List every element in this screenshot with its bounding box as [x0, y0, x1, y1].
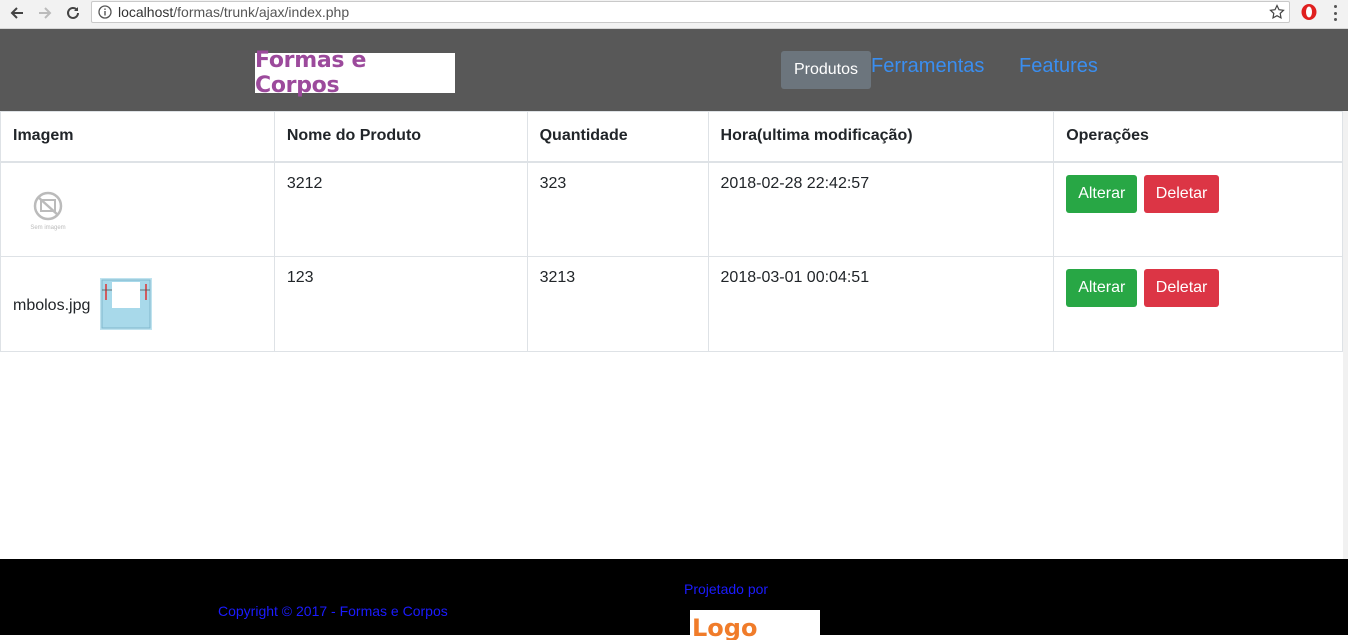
product-thumbnail[interactable]: [100, 278, 153, 330]
time-cell: 2018-02-28 22:42:57: [707, 161, 1055, 257]
bookmark-star-icon[interactable]: [1269, 4, 1285, 20]
browser-toolbar: localhost/formas/trunk/ajax/index.php: [0, 0, 1348, 29]
image-cell: mbolos.jpg: [0, 256, 275, 352]
alterar-button[interactable]: Alterar: [1066, 269, 1138, 307]
operations-cell: Alterar Deletar: [1053, 161, 1343, 257]
quantity-cell: 323: [526, 161, 709, 257]
table-header-row: Imagem Nome do Produto Quantidade Hora(u…: [0, 111, 1343, 163]
header-imagem: Imagem: [0, 111, 275, 163]
no-image-placeholder: Sem imagem: [30, 191, 66, 231]
image-cell: Sem imagem: [0, 161, 275, 257]
info-icon[interactable]: [98, 5, 112, 19]
url-text: localhost/formas/trunk/ajax/index.php: [118, 4, 350, 20]
table-row: mbolos.jpg 123 3213 2018-03-01 00:04:51: [0, 256, 1343, 352]
address-bar[interactable]: localhost/formas/trunk/ajax/index.php: [91, 1, 1290, 23]
copyright-text: Copyright © 2017 - Formas e Corpos: [218, 603, 448, 619]
browser-menu-icon[interactable]: [1333, 5, 1337, 21]
forward-icon[interactable]: [34, 2, 56, 24]
alterar-button[interactable]: Alterar: [1066, 174, 1138, 213]
table-row: Sem imagem 3212 323 2018-02-28 22:42:57 …: [0, 161, 1343, 257]
opera-icon[interactable]: [1300, 3, 1318, 21]
image-filename: mbolos.jpg: [13, 297, 91, 314]
back-icon[interactable]: [6, 2, 28, 24]
site-header: Formas e Corpos Produtos Ferramentas Fea…: [0, 29, 1348, 111]
operations-cell: Alterar Deletar: [1053, 256, 1343, 352]
header-operacoes: Operações: [1053, 111, 1343, 163]
page-scrollbar[interactable]: [1343, 111, 1348, 559]
designer-logo[interactable]: Logo Serra: [690, 610, 820, 640]
reload-icon[interactable]: [62, 2, 84, 24]
header-nome: Nome do Produto: [273, 111, 528, 163]
header-hora: Hora(ultima modificação): [707, 111, 1055, 163]
name-cell: 3212: [273, 161, 528, 257]
header-quantidade: Quantidade: [526, 111, 709, 163]
nav-ferramentas[interactable]: Ferramentas: [871, 55, 984, 78]
deletar-button[interactable]: Deletar: [1143, 174, 1220, 213]
nav-features[interactable]: Features: [1019, 55, 1098, 78]
nav-produtos[interactable]: Produtos: [781, 51, 871, 89]
name-cell: 123: [273, 256, 528, 352]
quantity-cell: 3213: [526, 256, 709, 352]
site-logo[interactable]: Formas e Corpos: [255, 48, 455, 98]
deletar-button[interactable]: Deletar: [1143, 269, 1220, 307]
site-footer: Copyright © 2017 - Formas e Corpos Proje…: [0, 559, 1348, 640]
products-table: Imagem Nome do Produto Quantidade Hora(u…: [0, 111, 1343, 352]
no-image-caption: Sem imagem: [30, 225, 65, 231]
time-cell: 2018-03-01 00:04:51: [707, 256, 1055, 352]
designed-by-text: Projetado por: [684, 581, 769, 597]
